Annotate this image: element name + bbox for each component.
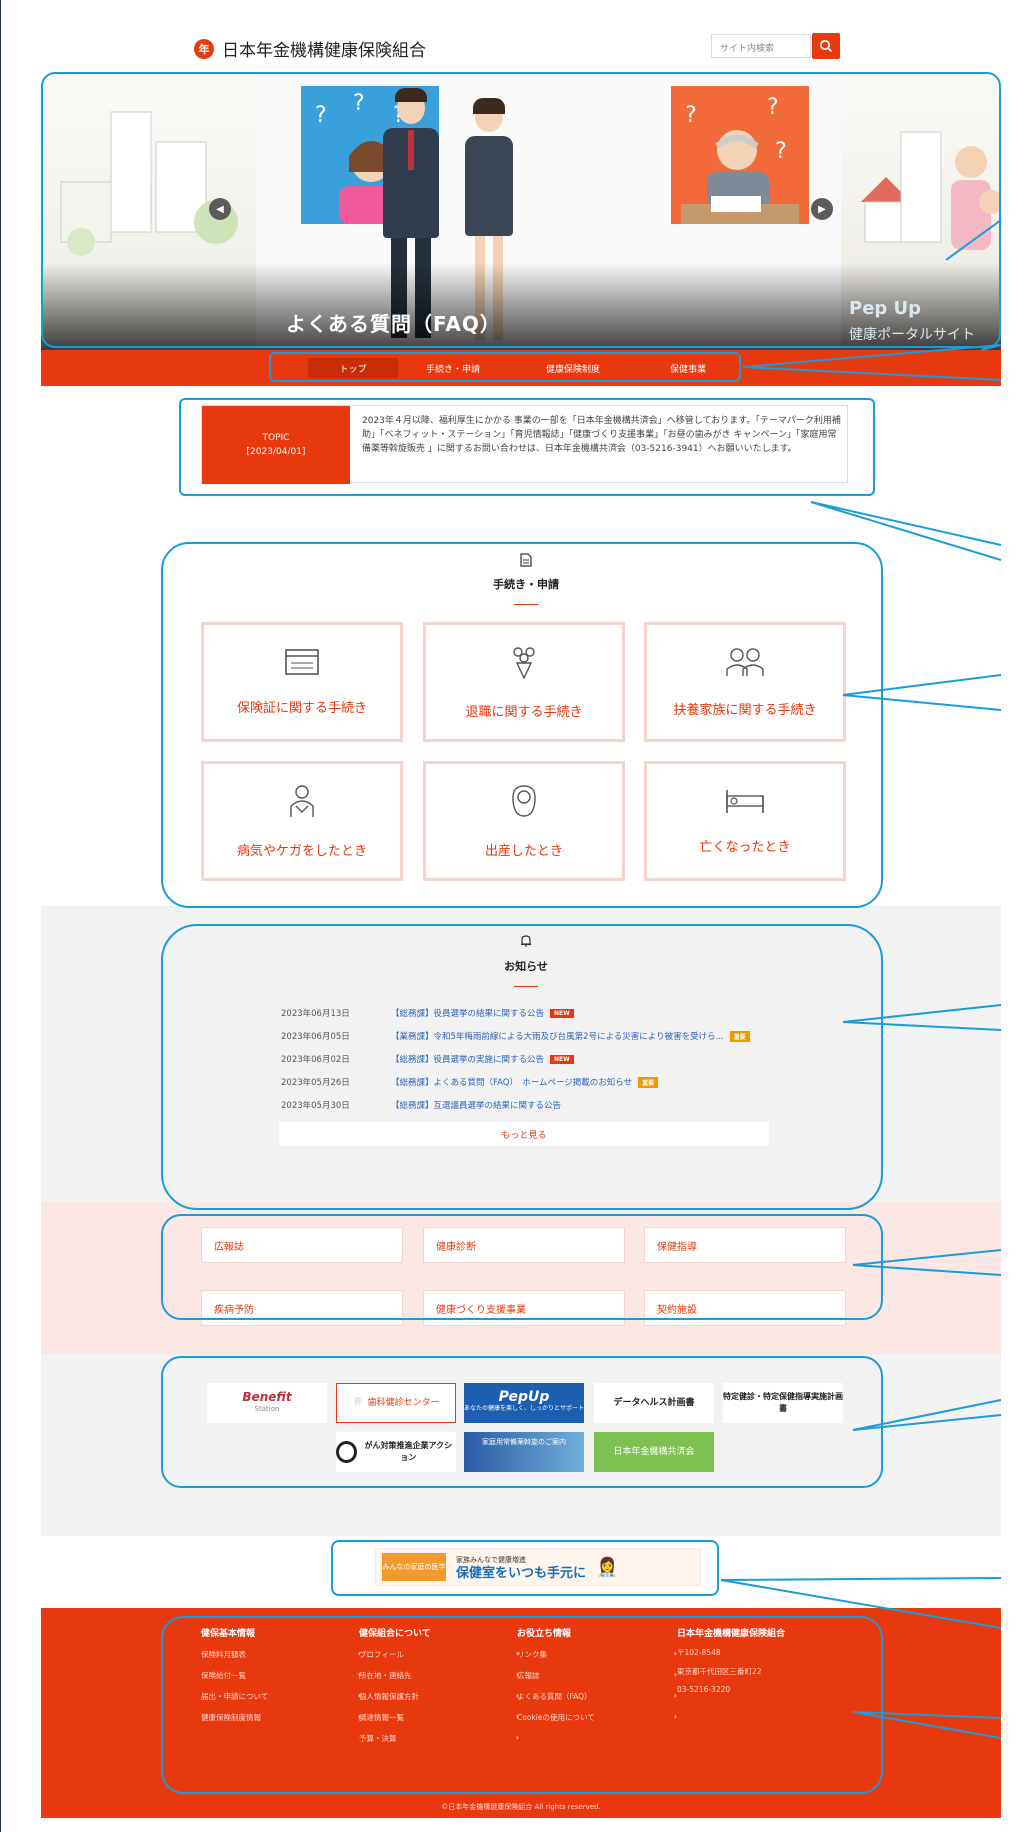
page: 年 日本年金機構健康保険組合 サイト内検索 ? ? ? ? ? よくある質問（F… [0,0,1001,1832]
annotation-leader-lines [720,219,1001,1739]
